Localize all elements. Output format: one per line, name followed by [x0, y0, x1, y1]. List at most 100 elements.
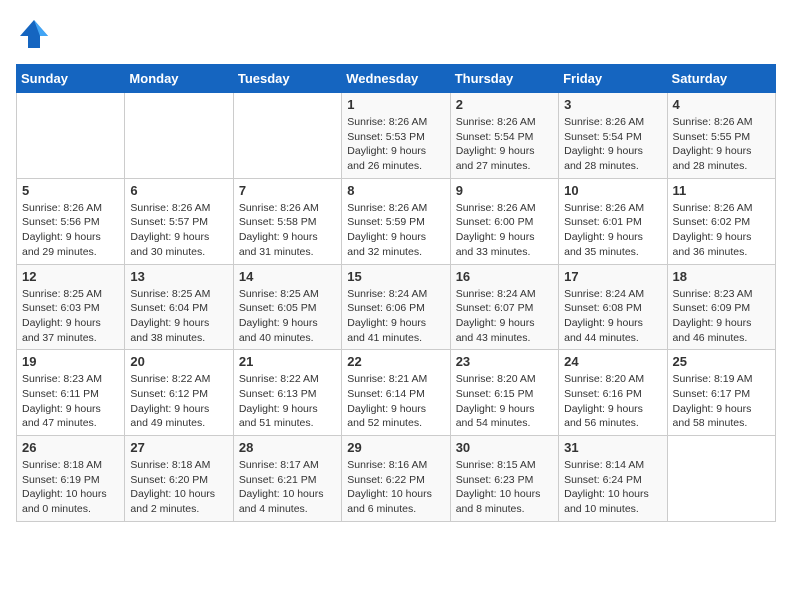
day-info: Sunrise: 8:24 AMSunset: 6:08 PMDaylight:…: [564, 287, 661, 346]
day-info: Sunrise: 8:22 AMSunset: 6:12 PMDaylight:…: [130, 372, 227, 431]
day-number: 22: [347, 354, 444, 369]
calendar-cell: 19 Sunrise: 8:23 AMSunset: 6:11 PMDayligh…: [17, 350, 125, 436]
calendar-cell: 21 Sunrise: 8:22 AMSunset: 6:13 PMDayligh…: [233, 350, 341, 436]
weekday-header-tuesday: Tuesday: [233, 65, 341, 93]
day-number: 26: [22, 440, 119, 455]
day-number: 5: [22, 183, 119, 198]
calendar-cell: [17, 93, 125, 179]
day-number: 28: [239, 440, 336, 455]
day-number: 2: [456, 97, 553, 112]
day-info: Sunrise: 8:25 AMSunset: 6:05 PMDaylight:…: [239, 287, 336, 346]
day-number: 11: [673, 183, 770, 198]
calendar-cell: [667, 436, 775, 522]
day-number: 13: [130, 269, 227, 284]
weekday-header-friday: Friday: [559, 65, 667, 93]
day-number: 18: [673, 269, 770, 284]
day-info: Sunrise: 8:24 AMSunset: 6:07 PMDaylight:…: [456, 287, 553, 346]
logo-icon: [16, 16, 52, 52]
day-number: 9: [456, 183, 553, 198]
day-info: Sunrise: 8:26 AMSunset: 5:59 PMDaylight:…: [347, 201, 444, 260]
weekday-header-thursday: Thursday: [450, 65, 558, 93]
day-info: Sunrise: 8:18 AMSunset: 6:20 PMDaylight:…: [130, 458, 227, 517]
calendar-cell: 30Sunrise: 8:15 AMSunset: 6:23 PMDayligh…: [450, 436, 558, 522]
day-number: 15: [347, 269, 444, 284]
day-info: Sunrise: 8:26 AMSunset: 5:57 PMDaylight:…: [130, 201, 227, 260]
calendar-cell: 29 Sunrise: 8:16 AMSunset: 6:22 PMDayligh…: [342, 436, 450, 522]
day-info: Sunrise: 8:26 AMSunset: 5:54 PMDaylight:…: [564, 115, 661, 174]
calendar-cell: 10Sunrise: 8:26 AMSunset: 6:01 PMDayligh…: [559, 178, 667, 264]
calendar-cell: 9 Sunrise: 8:26 AMSunset: 6:00 PMDaylight…: [450, 178, 558, 264]
calendar-week-5: 26 Sunrise: 8:18 AMSunset: 6:19 PMDayligh…: [17, 436, 776, 522]
calendar-cell: 1Sunrise: 8:26 AMSunset: 5:53 PMDaylight…: [342, 93, 450, 179]
calendar-cell: 20 Sunrise: 8:22 AMSunset: 6:12 PMDayligh…: [125, 350, 233, 436]
weekday-header-sunday: Sunday: [17, 65, 125, 93]
calendar-cell: 27 Sunrise: 8:18 AMSunset: 6:20 PMDayligh…: [125, 436, 233, 522]
day-info: Sunrise: 8:23 AMSunset: 6:09 PMDaylight:…: [673, 287, 770, 346]
calendar-cell: 22 Sunrise: 8:21 AMSunset: 6:14 PMDayligh…: [342, 350, 450, 436]
day-number: 31: [564, 440, 661, 455]
day-number: 7: [239, 183, 336, 198]
calendar-cell: 3 Sunrise: 8:26 AMSunset: 5:54 PMDaylight…: [559, 93, 667, 179]
day-number: 1: [347, 97, 444, 112]
day-info: Sunrise: 8:25 AMSunset: 6:03 PMDaylight:…: [22, 287, 119, 346]
day-info: Sunrise: 8:26 AMSunset: 5:56 PMDaylight:…: [22, 201, 119, 260]
calendar-cell: 31 Sunrise: 8:14 AMSunset: 6:24 PMDayligh…: [559, 436, 667, 522]
calendar-cell: 15 Sunrise: 8:24 AMSunset: 6:06 PMDayligh…: [342, 264, 450, 350]
calendar-table: SundayMondayTuesdayWednesdayThursdayFrid…: [16, 64, 776, 522]
calendar-cell: 28 Sunrise: 8:17 AMSunset: 6:21 PMDayligh…: [233, 436, 341, 522]
day-info: Sunrise: 8:18 AMSunset: 6:19 PMDaylight:…: [22, 458, 119, 517]
day-number: 21: [239, 354, 336, 369]
calendar-body: 1Sunrise: 8:26 AMSunset: 5:53 PMDaylight…: [17, 93, 776, 522]
day-info: Sunrise: 8:19 AMSunset: 6:17 PMDaylight:…: [673, 372, 770, 431]
calendar-cell: 5 Sunrise: 8:26 AMSunset: 5:56 PMDaylight…: [17, 178, 125, 264]
calendar-cell: 17Sunrise: 8:24 AMSunset: 6:08 PMDayligh…: [559, 264, 667, 350]
day-number: 29: [347, 440, 444, 455]
calendar-cell: [233, 93, 341, 179]
calendar-cell: 26 Sunrise: 8:18 AMSunset: 6:19 PMDayligh…: [17, 436, 125, 522]
day-number: 8: [347, 183, 444, 198]
calendar-cell: 23Sunrise: 8:20 AMSunset: 6:15 PMDayligh…: [450, 350, 558, 436]
day-info: Sunrise: 8:22 AMSunset: 6:13 PMDaylight:…: [239, 372, 336, 431]
day-info: Sunrise: 8:24 AMSunset: 6:06 PMDaylight:…: [347, 287, 444, 346]
calendar-week-4: 19 Sunrise: 8:23 AMSunset: 6:11 PMDayligh…: [17, 350, 776, 436]
calendar-cell: 13 Sunrise: 8:25 AMSunset: 6:04 PMDayligh…: [125, 264, 233, 350]
page-header: [16, 16, 776, 52]
day-number: 3: [564, 97, 661, 112]
calendar-cell: 24 Sunrise: 8:20 AMSunset: 6:16 PMDayligh…: [559, 350, 667, 436]
day-info: Sunrise: 8:20 AMSunset: 6:15 PMDaylight:…: [456, 372, 553, 431]
weekday-header-wednesday: Wednesday: [342, 65, 450, 93]
day-number: 16: [456, 269, 553, 284]
calendar-cell: 25Sunrise: 8:19 AMSunset: 6:17 PMDayligh…: [667, 350, 775, 436]
day-info: Sunrise: 8:26 AMSunset: 6:00 PMDaylight:…: [456, 201, 553, 260]
day-info: Sunrise: 8:17 AMSunset: 6:21 PMDaylight:…: [239, 458, 336, 517]
calendar-cell: 8 Sunrise: 8:26 AMSunset: 5:59 PMDaylight…: [342, 178, 450, 264]
day-number: 24: [564, 354, 661, 369]
weekday-header-saturday: Saturday: [667, 65, 775, 93]
day-number: 6: [130, 183, 227, 198]
day-number: 14: [239, 269, 336, 284]
calendar-week-3: 12Sunrise: 8:25 AMSunset: 6:03 PMDayligh…: [17, 264, 776, 350]
day-info: Sunrise: 8:23 AMSunset: 6:11 PMDaylight:…: [22, 372, 119, 431]
day-info: Sunrise: 8:14 AMSunset: 6:24 PMDaylight:…: [564, 458, 661, 517]
day-info: Sunrise: 8:20 AMSunset: 6:16 PMDaylight:…: [564, 372, 661, 431]
calendar-cell: 18 Sunrise: 8:23 AMSunset: 6:09 PMDayligh…: [667, 264, 775, 350]
calendar-week-2: 5 Sunrise: 8:26 AMSunset: 5:56 PMDaylight…: [17, 178, 776, 264]
day-info: Sunrise: 8:26 AMSunset: 5:58 PMDaylight:…: [239, 201, 336, 260]
day-number: 20: [130, 354, 227, 369]
calendar-cell: 2 Sunrise: 8:26 AMSunset: 5:54 PMDaylight…: [450, 93, 558, 179]
calendar-week-1: 1Sunrise: 8:26 AMSunset: 5:53 PMDaylight…: [17, 93, 776, 179]
day-info: Sunrise: 8:16 AMSunset: 6:22 PMDaylight:…: [347, 458, 444, 517]
calendar-cell: 7 Sunrise: 8:26 AMSunset: 5:58 PMDaylight…: [233, 178, 341, 264]
day-number: 19: [22, 354, 119, 369]
day-info: Sunrise: 8:21 AMSunset: 6:14 PMDaylight:…: [347, 372, 444, 431]
day-info: Sunrise: 8:25 AMSunset: 6:04 PMDaylight:…: [130, 287, 227, 346]
day-info: Sunrise: 8:26 AMSunset: 5:54 PMDaylight:…: [456, 115, 553, 174]
day-number: 4: [673, 97, 770, 112]
calendar-cell: 4 Sunrise: 8:26 AMSunset: 5:55 PMDaylight…: [667, 93, 775, 179]
calendar-cell: 6 Sunrise: 8:26 AMSunset: 5:57 PMDaylight…: [125, 178, 233, 264]
day-number: 10: [564, 183, 661, 198]
day-info: Sunrise: 8:26 AMSunset: 5:55 PMDaylight:…: [673, 115, 770, 174]
calendar-cell: 11Sunrise: 8:26 AMSunset: 6:02 PMDayligh…: [667, 178, 775, 264]
day-number: 27: [130, 440, 227, 455]
day-number: 30: [456, 440, 553, 455]
